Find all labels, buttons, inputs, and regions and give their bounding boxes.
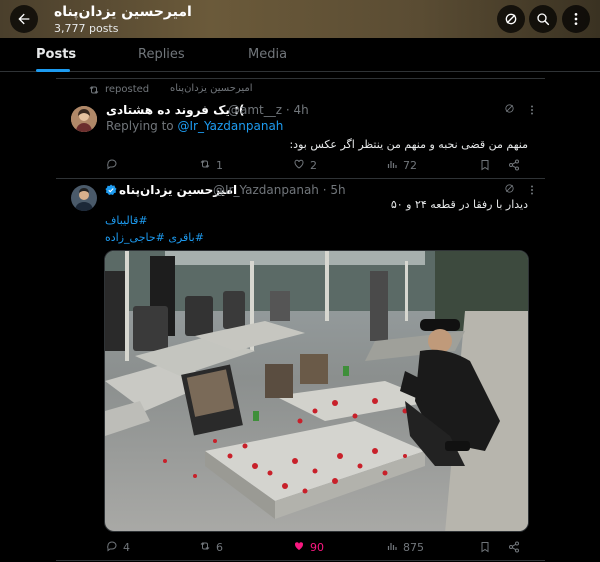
avatar[interactable] bbox=[71, 185, 97, 211]
tab-posts[interactable]: Posts bbox=[36, 47, 76, 62]
posts-count: 3,777 posts bbox=[54, 22, 119, 35]
grok-icon[interactable] bbox=[504, 183, 515, 194]
tweet-display-name[interactable]: یک فروند ده هشتادی :( bbox=[106, 103, 244, 117]
like-icon bbox=[293, 540, 305, 555]
more-icon bbox=[568, 11, 584, 27]
grok-button[interactable] bbox=[497, 5, 525, 33]
verified-badge-icon bbox=[105, 184, 117, 196]
profile-name: امیرحسین یزدان‌پناه bbox=[54, 4, 192, 20]
reply-icon bbox=[106, 540, 118, 555]
more-icon[interactable] bbox=[528, 104, 536, 116]
active-tab-indicator bbox=[36, 69, 70, 72]
back-button[interactable] bbox=[10, 5, 38, 33]
profile-tabs: Posts Replies Media bbox=[0, 38, 600, 72]
repost-button[interactable]: 1 bbox=[199, 158, 223, 173]
profile-header: امیرحسین یزدان‌پناه 3,777 posts bbox=[0, 0, 600, 38]
more-button[interactable] bbox=[562, 5, 590, 33]
divider bbox=[56, 560, 545, 561]
reply-button[interactable] bbox=[106, 158, 123, 173]
like-button[interactable]: 90 bbox=[293, 540, 324, 555]
replying-to-handle[interactable]: @Ir_Yazdanpanah bbox=[177, 119, 283, 133]
share-icon[interactable] bbox=[508, 541, 520, 553]
hashtag-link[interactable]: #قالیباف bbox=[105, 214, 148, 227]
replying-to: Replying to @Ir_Yazdanpanah bbox=[106, 119, 284, 133]
bookmark-icon[interactable] bbox=[479, 159, 491, 171]
hashtag-link[interactable]: #باقری #حاجی_زاده bbox=[105, 231, 204, 244]
back-arrow-icon bbox=[16, 11, 32, 27]
divider bbox=[56, 178, 545, 179]
views-button[interactable]: 875 bbox=[386, 540, 424, 555]
repost-icon bbox=[88, 84, 100, 96]
avatar[interactable] bbox=[71, 106, 97, 132]
share-icon[interactable] bbox=[508, 159, 520, 171]
repost-button[interactable]: 6 bbox=[199, 540, 223, 555]
repost-label: reposted bbox=[105, 84, 150, 95]
tweet-text: دیدار با رفقا در قطعه ۲۴ و ۵۰ bbox=[390, 198, 528, 211]
views-icon bbox=[386, 158, 398, 173]
views-icon bbox=[386, 540, 398, 555]
grok-icon bbox=[503, 11, 519, 27]
reposter-name[interactable]: امیرحسین یزدان‌پناه bbox=[170, 83, 253, 94]
grok-icon[interactable] bbox=[504, 103, 515, 114]
tab-media[interactable]: Media bbox=[248, 47, 287, 62]
tweet-text: منهم من قضی نحبه و منهم من ینتظر اگر عکس… bbox=[289, 138, 528, 151]
search-button[interactable] bbox=[529, 5, 557, 33]
bookmark-icon[interactable] bbox=[479, 541, 491, 553]
reply-icon bbox=[106, 158, 118, 173]
more-icon[interactable] bbox=[528, 184, 536, 196]
reply-button[interactable]: 4 bbox=[106, 540, 130, 555]
repost-icon bbox=[199, 540, 211, 555]
like-button[interactable]: 2 bbox=[293, 158, 317, 173]
divider bbox=[56, 78, 545, 79]
repost-icon bbox=[199, 158, 211, 173]
tweet-handle[interactable]: @Ir_Yazdanpanah · 5h bbox=[213, 183, 346, 197]
like-icon bbox=[293, 158, 305, 173]
views-button[interactable]: 72 bbox=[386, 158, 417, 173]
tweet-photo[interactable] bbox=[104, 250, 529, 532]
tweet-handle[interactable]: @amt__z · 4h bbox=[228, 103, 309, 117]
search-icon bbox=[535, 11, 551, 27]
tab-replies[interactable]: Replies bbox=[138, 47, 185, 62]
